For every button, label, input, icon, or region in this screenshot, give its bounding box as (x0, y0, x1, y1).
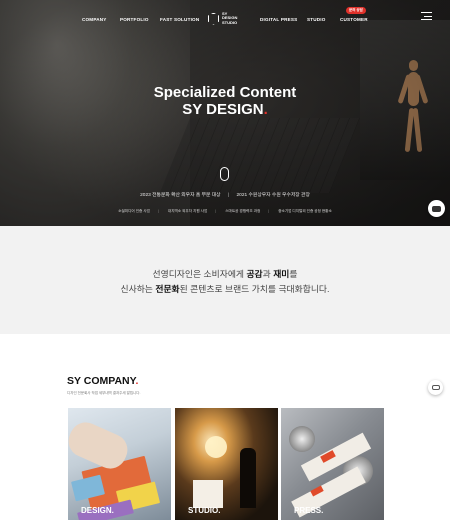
chat-bubble-icon (431, 385, 440, 390)
top-nav: COMPANY PORTFOLIO FAST SOLUTION SY DESIG… (0, 7, 450, 32)
card-press[interactable]: PRESS. (281, 408, 384, 520)
nav-item-fast-solution[interactable]: FAST SOLUTION (160, 17, 199, 22)
card-studio-label: STUDIO. (188, 506, 221, 515)
hero-section: COMPANY PORTFOLIO FAST SOLUTION SY DESIG… (0, 0, 450, 226)
card-design-label: DESIGN. (81, 506, 114, 515)
hero-title-line-1: Specialized Content (153, 84, 297, 101)
hamburger-menu-icon[interactable] (421, 12, 432, 20)
card-studio[interactable]: STUDIO. (175, 408, 278, 520)
subaward-1: 소셜미디어 인증 사업 (118, 209, 150, 213)
side-floating-button[interactable] (428, 380, 443, 395)
nav-item-digital-press[interactable]: DIGITAL PRESS (260, 17, 297, 22)
intro-line-2: 신사하는 전문화된 콘텐츠로 브랜드 가치를 극대화합니다. (120, 284, 330, 294)
nav-item-portfolio[interactable]: PORTFOLIO (120, 17, 149, 22)
subaward-2: 대지역소 외우자 지원 사업 (167, 209, 208, 213)
hero-awards: 2023 전통문화 확산 외우자 홈 부문 대상 | 2021 수원상우자 수원… (140, 193, 310, 198)
hero-title-line-2: SY DESIGN (182, 101, 264, 118)
award-2: 2021 수원상우자 수원 우수저장 관장 (236, 193, 310, 198)
floating-chat-button[interactable] (428, 200, 445, 217)
customer-badge[interactable]: 문의 상담 (346, 7, 366, 14)
site-logo[interactable]: SY DESIGN STUDIO (208, 11, 238, 25)
hexagon-logo-icon (208, 12, 219, 25)
subaward-4: 중소기업 디지털외 인증 공정 현황소 (278, 209, 332, 213)
card-press-label: PRESS. (294, 506, 324, 515)
award-1: 2023 전통문화 확산 외우자 홈 부문 대상 (140, 193, 221, 198)
subaward-3: 스마트공 경쟁력조 과정 (225, 209, 261, 213)
company-subtitle: 디자인 전문회사 작업 세부내역 결과주세 알립니다. (67, 391, 141, 395)
intro-section: 선영디자인은 소비자에게 공감과 재미를 신사하는 전문화된 콘텐츠로 브랜드 … (0, 226, 450, 334)
nav-item-company[interactable]: COMPANY (82, 17, 107, 22)
logo-line-3: STUDIO (222, 19, 238, 25)
nav-item-studio[interactable]: STUDIO (307, 17, 326, 22)
company-title: SY COMPANY. (67, 375, 139, 387)
chat-icon (432, 205, 441, 212)
hero-subawards: 소셜미디어 인증 사업 | 대지역소 외우자 지원 사업 | 스마트공 경쟁력조 과… (118, 209, 332, 213)
card-design[interactable]: DESIGN. (68, 408, 171, 520)
nav-item-customer[interactable]: CUSTOMER (340, 17, 368, 22)
intro-line-1: 선영디자인은 소비자에게 공감과 재미를 (152, 269, 298, 279)
hero-title-dot: . (263, 101, 268, 118)
hero-title: Specialized Content SY DESIGN. (0, 84, 450, 118)
scroll-mouse-icon (220, 167, 229, 181)
